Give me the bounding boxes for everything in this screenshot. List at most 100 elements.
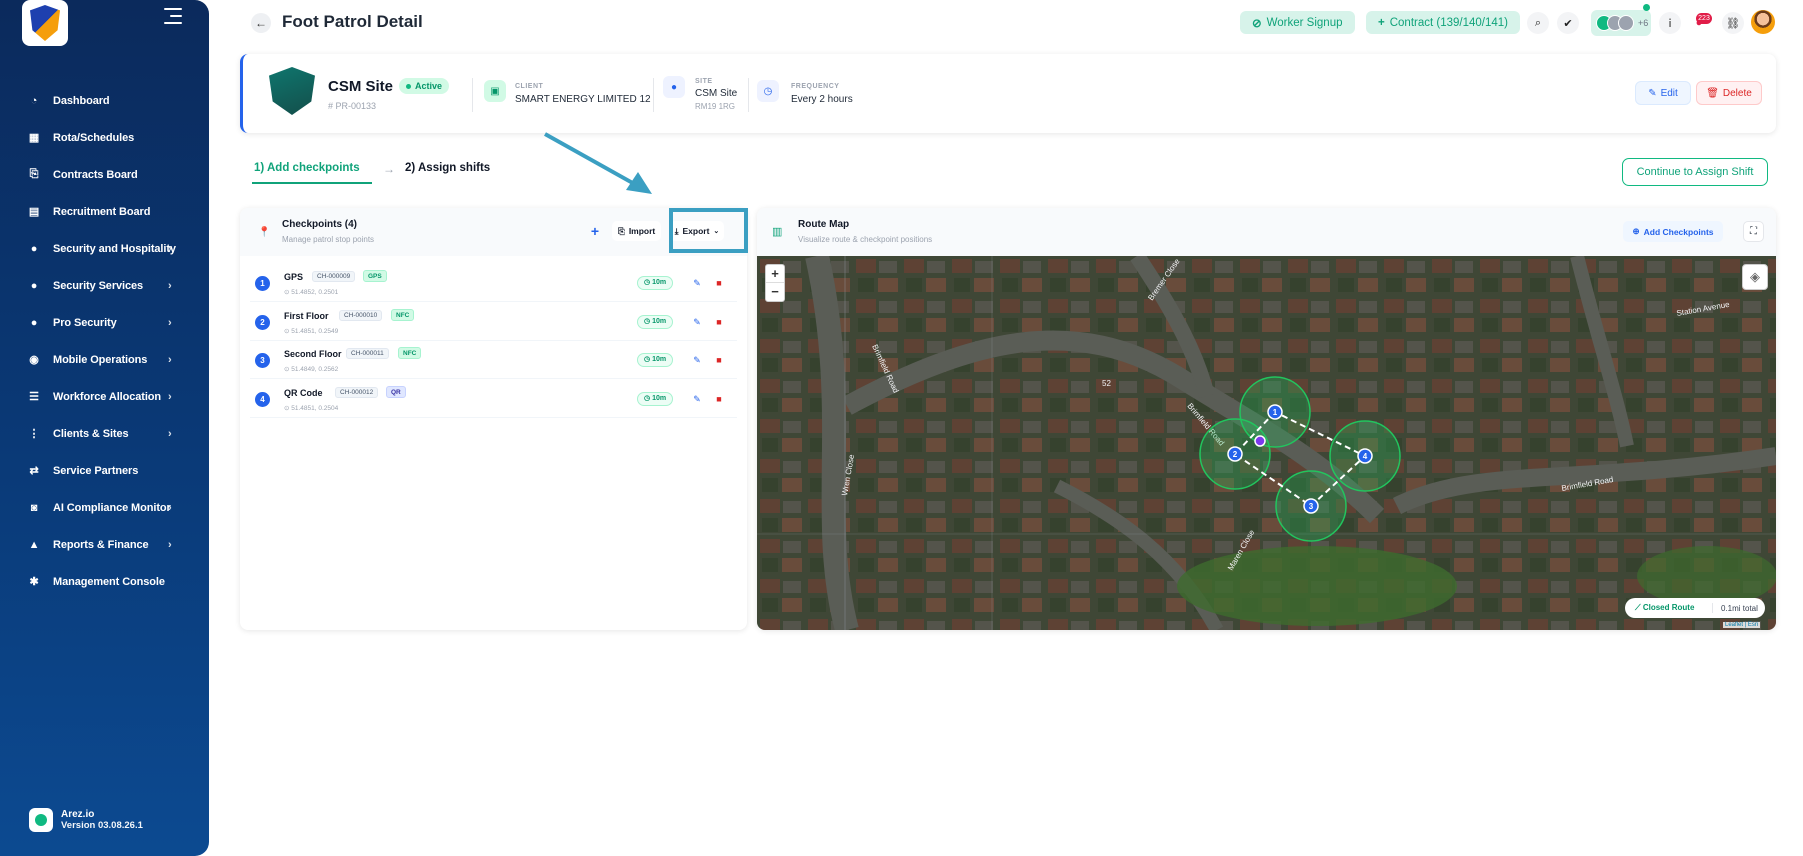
zoom-out-button[interactable]: − — [766, 283, 784, 301]
layers-icon[interactable]: ◈ — [1742, 264, 1768, 290]
sidebar-item-mobile-operations[interactable]: ◉ Mobile Operations › — [0, 341, 209, 378]
map-attribution[interactable]: Leaflet | Esri — [1723, 622, 1761, 628]
sidebar-item-workforce-allocation[interactable]: ☰ Workforce Allocation › — [0, 378, 209, 415]
sidebar-item-label: Dashboard — [53, 94, 110, 107]
add-checkpoints-button[interactable]: ⊕ Add Checkpoints — [1623, 221, 1723, 242]
add-checkpoint-button[interactable]: + — [586, 222, 604, 240]
delete-trash-icon[interactable]: ■ — [712, 353, 726, 367]
import-button[interactable]: ⎘ Import — [612, 221, 662, 241]
pencil-icon: ✎ — [1648, 87, 1657, 99]
online-users[interactable]: +6 — [1591, 10, 1651, 36]
checkpoint-row[interactable]: 4 QR Code CH-000012 QR ⊙ 51.4851, 0.2504 ◷ 10… — [250, 380, 737, 418]
sidebar-item-label: Security Services — [53, 279, 144, 292]
worker-signup-button[interactable]: ⊘ Worker Signup — [1240, 11, 1355, 34]
delete-trash-icon[interactable]: ■ — [712, 276, 726, 290]
sidebar-item-recruitment-board[interactable]: ▤ Recruitment Board — [0, 193, 209, 230]
sidebar-item-label: Service Partners — [53, 464, 139, 477]
checkpoint-code: CH-000011 — [346, 348, 389, 359]
sidebar-item-security-and-hospitality[interactable]: ● Security and Hospitality › — [0, 230, 209, 267]
pin-icon: 📍 — [258, 227, 271, 238]
checkpoint-marker[interactable]: 1 — [1267, 404, 1283, 420]
chevron-right-icon: › — [168, 353, 172, 366]
checkpoint-marker[interactable]: 4 — [1357, 448, 1373, 464]
user-avatar[interactable] — [1751, 10, 1775, 34]
checkpoint-marker-number: 4 — [1363, 452, 1368, 461]
location-pin-icon: ● — [663, 76, 685, 98]
sidebar-item-pro-security[interactable]: ● Pro Security › — [0, 304, 209, 341]
sidebar-item-label: Rota/Schedules — [53, 131, 135, 144]
sidebar-item-reports-finance[interactable]: ▲ Reports & Finance › — [0, 526, 209, 563]
edit-pencil-icon[interactable]: ✎ — [690, 353, 704, 367]
user-icon: ● — [30, 242, 38, 255]
checkpoint-marker[interactable]: 3 — [1303, 498, 1319, 514]
checkpoint-code: CH-000010 — [339, 309, 383, 321]
checkpoints-title: Checkpoints (4) — [282, 219, 358, 230]
checkpoint-type-badge: NFC — [391, 308, 415, 321]
checkpoint-code: CH-000012 — [335, 386, 379, 398]
checkpoint-marker[interactable]: 2 — [1227, 446, 1243, 462]
site-value: CSM Site — [695, 88, 738, 99]
info-icon[interactable]: ⅰ — [1659, 12, 1681, 34]
delete-trash-icon[interactable]: ■ — [712, 315, 726, 329]
edit-pencil-icon[interactable]: ✎ — [690, 276, 704, 290]
sidebar-item-dashboard[interactable]: ◔ Dashboard — [0, 82, 209, 119]
chevron-right-icon: › — [168, 242, 172, 255]
checkpoint-row[interactable]: 1 GPS CH-000009 GPS ⊙ 51.4852, 0.2501 ◷ 10m ✎ ■ — [250, 264, 737, 302]
back-button[interactable]: ← — [251, 13, 271, 33]
street-label: 52 — [1102, 379, 1111, 388]
sidebar-item-security-services[interactable]: ● Security Services › — [0, 267, 209, 304]
continue-button[interactable]: Continue to Assign Shift — [1622, 158, 1768, 186]
edit-button[interactable]: ✎ Edit — [1635, 81, 1691, 105]
checkpoint-type-badge: GPS — [363, 270, 387, 282]
sidebar-item-contracts-board[interactable]: ⎘ Contracts Board — [0, 156, 209, 193]
zoom-in-button[interactable]: + — [766, 265, 784, 283]
checkpoint-type-badge: QR — [386, 385, 406, 398]
checkpoint-coords: ⊙ 51.4851, 0.2504 — [284, 404, 339, 412]
checkpoint-row[interactable]: 3 Second Floor CH-000011 NFC ⊙ 51.4849, 0.25… — [250, 341, 737, 379]
plus-circle-icon: ⊕ — [1632, 226, 1640, 236]
contract-button[interactable]: + Contract (139/140/141) — [1366, 11, 1520, 34]
sidebar-item-rota-schedules[interactable]: ▦ Rota/Schedules — [0, 119, 209, 156]
site-code: # PR-00133 — [328, 101, 377, 111]
edit-pencil-icon[interactable]: ✎ — [690, 315, 704, 329]
checkpoint-code: CH-000009 — [312, 271, 356, 282]
sidebar-item-service-partners[interactable]: ⇄ Service Partners — [0, 452, 209, 489]
sidebar-item-management-console[interactable]: ✱ Management Console — [0, 563, 209, 600]
delete-trash-icon[interactable]: ■ — [712, 392, 726, 406]
tab-assign-shifts[interactable]: 2) Assign shifts — [405, 162, 490, 174]
sidebar-item-label: Contracts Board — [53, 168, 138, 181]
link-chain-icon[interactable]: ⛓ — [1722, 12, 1744, 34]
fullscreen-icon[interactable]: ⛶ — [1743, 221, 1764, 242]
site-name: CSM Site — [328, 78, 394, 95]
route-map-header: ▥ Route Map Visualize route & checkpoint… — [757, 208, 1776, 256]
zoom-control: + − — [765, 264, 785, 302]
map-canvas[interactable]: Brimfield Road Bremer Close Brimfield Road… — [757, 251, 1776, 630]
online-indicator — [1643, 4, 1650, 11]
checkpoint-row[interactable]: 2 First Floor CH-000010 NFC ⊙ 51.4851, 0.254… — [250, 303, 737, 341]
avatars-more-count: +6 — [1638, 18, 1649, 28]
check-circle-icon[interactable]: ✔ — [1557, 12, 1579, 34]
sidebar-item-label: Security and Hospitality — [53, 242, 176, 255]
dashboard-icon: ◔ — [30, 94, 38, 107]
search-icon[interactable]: ⌕ — [1527, 12, 1549, 34]
delete-button[interactable]: 🗑 Delete — [1696, 81, 1762, 105]
edit-pencil-icon[interactable]: ✎ — [690, 392, 704, 406]
tab-add-checkpoints[interactable]: 1) Add checkpoints — [254, 162, 360, 174]
sidebar-item-ai-compliance-monitor[interactable]: ◙ AI Compliance Monitor › — [0, 489, 209, 526]
arrow-right-icon: → — [383, 162, 395, 176]
chevron-right-icon: › — [168, 538, 172, 551]
sidebar-item-label: Workforce Allocation — [53, 390, 162, 403]
checkpoint-number: 3 — [255, 353, 270, 368]
chevron-right-icon: › — [168, 501, 172, 514]
checkpoint-name: Second Floor — [284, 349, 342, 359]
chevron-right-icon: › — [168, 279, 172, 292]
sidebar-item-clients-sites[interactable]: ⋮ Clients & Sites › — [0, 415, 209, 452]
divider — [472, 78, 473, 112]
gears-icon: ✱ — [29, 576, 39, 588]
sidebar-collapse-icon[interactable] — [164, 8, 182, 24]
checkpoint-number: 4 — [255, 391, 270, 407]
satellite-map[interactable]: Brimfield RoadBremer CloseBrimfield Road… — [757, 251, 1776, 630]
app-logo[interactable] — [22, 0, 68, 46]
current-location-marker[interactable] — [1254, 435, 1266, 447]
checkpoint-coords: ⊙ 51.4849, 0.2562 — [284, 366, 339, 373]
